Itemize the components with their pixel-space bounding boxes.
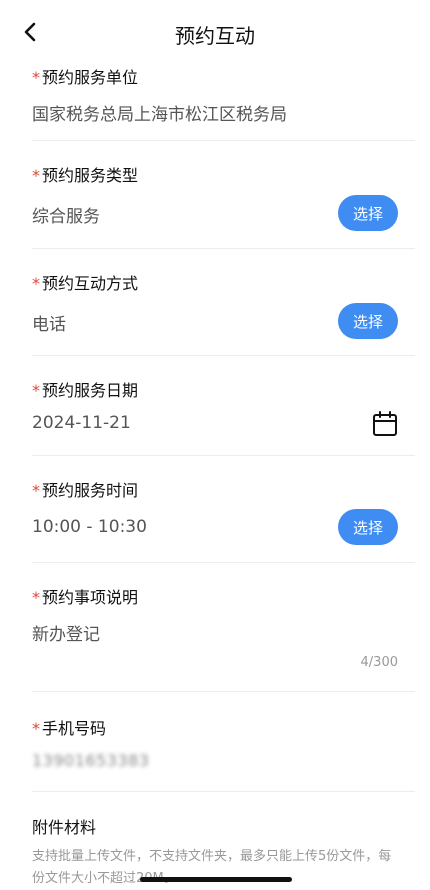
service-time-value: 10:00 - 10:30 (32, 517, 147, 537)
field-phone: * 手机号码 13901653383 (32, 691, 415, 792)
page-title: 预约互动 (175, 24, 255, 48)
label-text: 预约服务日期 (42, 381, 139, 400)
attachments-label: 附件材料 (32, 818, 97, 837)
label-text: 预约互动方式 (42, 274, 139, 293)
field-label: * 手机号码 (32, 715, 106, 739)
field-service-type: * 预约服务类型 综合服务 选择 (32, 140, 415, 249)
label-text: 预约事项说明 (42, 588, 139, 607)
label-text: 预约服务类型 (42, 166, 139, 185)
select-service-type-button[interactable]: 选择 (338, 195, 398, 231)
required-mark: * (32, 719, 40, 738)
nav-bar: 预约互动 (0, 0, 430, 64)
field-label: * 预约服务类型 (32, 162, 138, 186)
field-description[interactable]: * 预约事项说明 新办登记 4/300 (32, 562, 415, 692)
required-mark: * (32, 381, 40, 400)
char-counter: 4/300 (360, 655, 398, 670)
label-text: 预约服务时间 (42, 481, 139, 500)
required-mark: * (32, 166, 40, 185)
interaction-mode-value: 电话 (32, 315, 66, 335)
label-text: 手机号码 (42, 719, 107, 738)
required-mark: * (32, 588, 40, 607)
field-label: * 预约事项说明 (32, 584, 138, 608)
required-mark: * (32, 274, 40, 293)
field-label: * 预约服务日期 (32, 377, 138, 401)
calendar-icon[interactable] (372, 411, 398, 437)
home-indicator (140, 877, 292, 882)
required-mark: * (32, 68, 40, 87)
service-type-value: 综合服务 (32, 207, 100, 227)
field-service-time: * 预约服务时间 10:00 - 10:30 选择 (32, 455, 415, 563)
field-label: * 预约服务时间 (32, 477, 138, 501)
attachments-hint: 支持批量上传文件，不支持文件夹，最多只能上传5份文件，每份文件大小不超过20M。 (32, 849, 392, 886)
required-mark: * (32, 481, 40, 500)
field-interaction-mode: * 预约互动方式 电话 选择 (32, 248, 415, 356)
service-date-value: 2024-11-21 (32, 413, 131, 433)
description-textarea[interactable]: 新办登记 (32, 620, 100, 645)
field-label: * 预约服务单位 (32, 64, 138, 88)
field-service-date: * 预约服务日期 2024-11-21 (32, 355, 415, 456)
service-unit-value: 国家税务总局上海市松江区税务局 (32, 105, 287, 125)
select-service-time-button[interactable]: 选择 (338, 509, 398, 545)
field-label: * 预约互动方式 (32, 270, 138, 294)
label-text: 预约服务单位 (42, 68, 139, 87)
field-service-unit: * 预约服务单位 国家税务总局上海市松江区税务局 (32, 56, 415, 141)
phone-value[interactable]: 13901653383 (32, 751, 149, 770)
select-interaction-mode-button[interactable]: 选择 (338, 303, 398, 339)
